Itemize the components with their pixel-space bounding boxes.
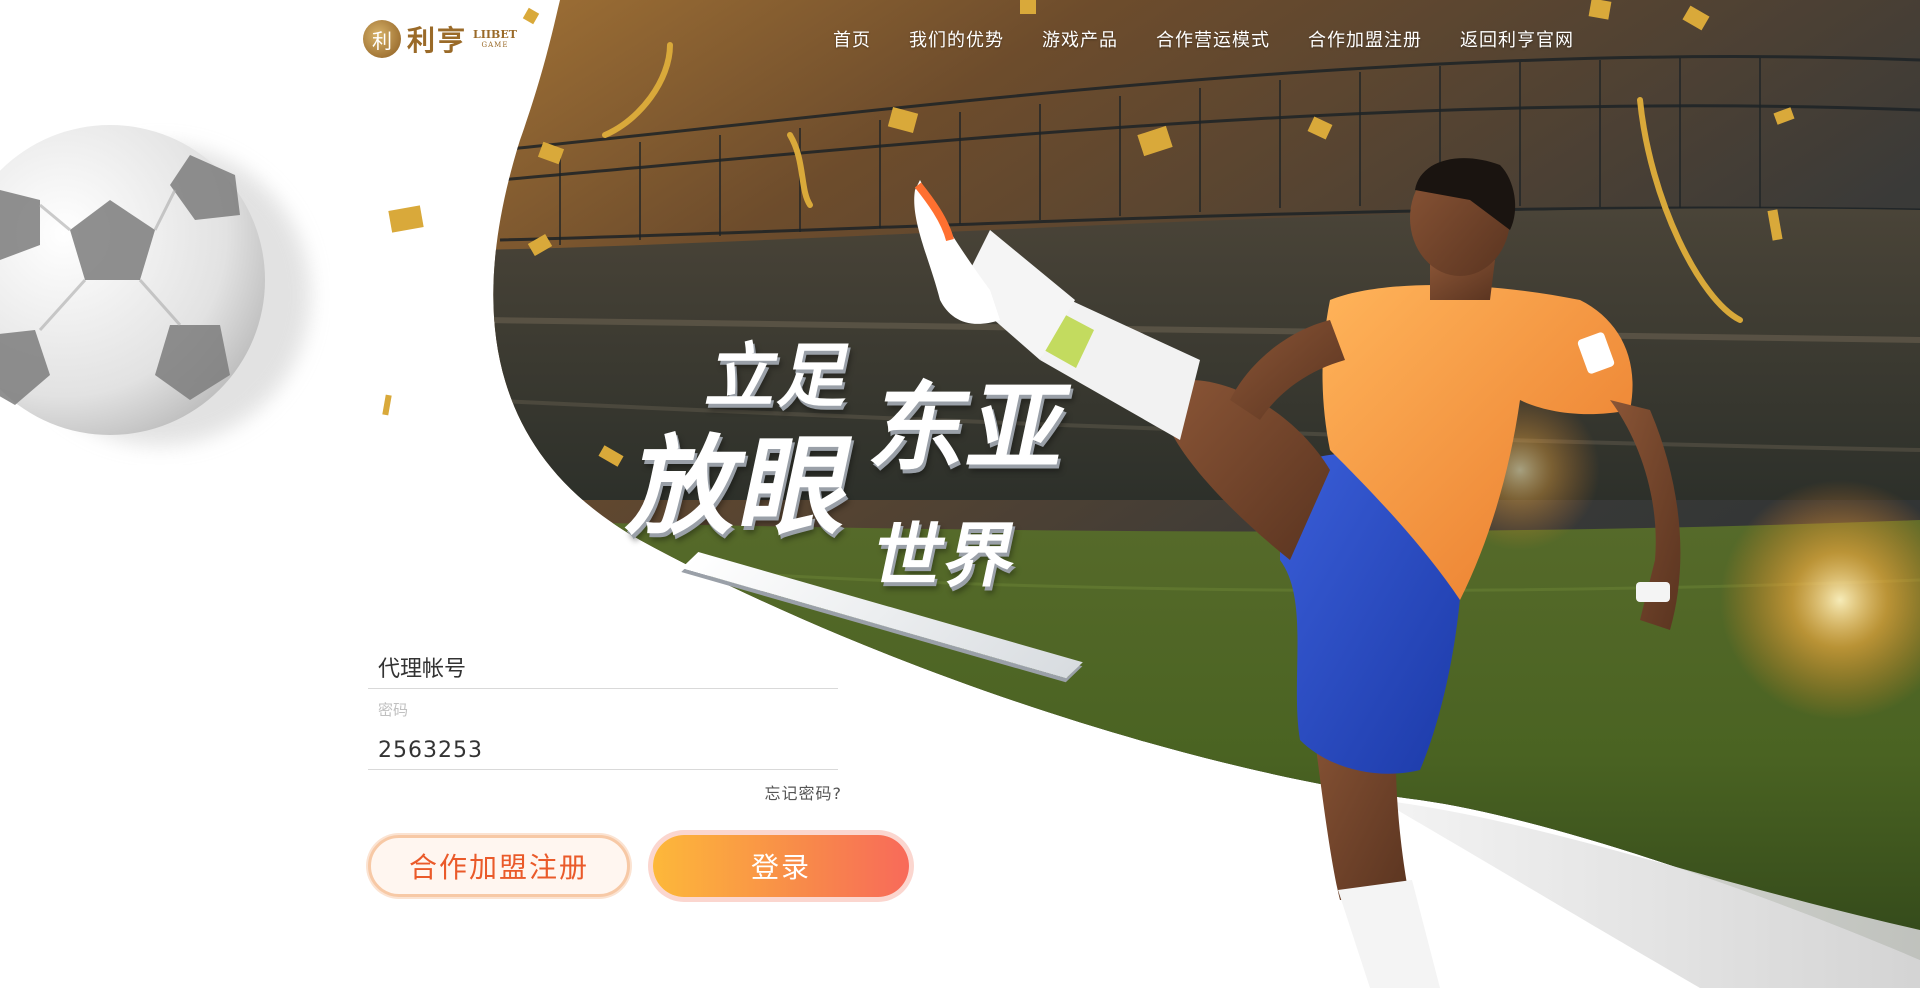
forgot-password-link[interactable]: 忘记密码? bbox=[765, 780, 843, 804]
brand-mark-icon: 利 bbox=[363, 20, 401, 58]
brand-name-en: LIIBET GAME bbox=[473, 29, 517, 49]
slogan-line-3: 放眼 bbox=[619, 425, 867, 550]
brand-name-cn: 利亨 bbox=[407, 24, 468, 57]
register-button[interactable]: 合作加盟注册 bbox=[368, 835, 630, 897]
password-input[interactable] bbox=[378, 738, 818, 763]
nav-home[interactable]: 首页 bbox=[833, 26, 871, 52]
slogan-line-4: 世界 bbox=[865, 515, 1027, 597]
login-form: 密码 忘记密码? 合作加盟注册 登录 bbox=[368, 645, 909, 897]
account-field bbox=[368, 645, 838, 689]
account-input[interactable] bbox=[378, 657, 818, 682]
password-field: 密码 bbox=[368, 689, 838, 770]
hero-slogan: 立足 东亚 放眼 世界 bbox=[620, 310, 1150, 679]
brand-logo[interactable]: 利 利亨 LIIBET GAME bbox=[363, 14, 517, 64]
brand-name-latin: LIIBET bbox=[473, 28, 517, 41]
slogan-line-2: 东亚 bbox=[861, 372, 1082, 484]
nav-advantages[interactable]: 我们的优势 bbox=[909, 26, 1004, 52]
nav-back-official[interactable]: 返回利亨官网 bbox=[1460, 26, 1574, 52]
password-label: 密码 bbox=[378, 701, 409, 719]
login-button[interactable]: 登录 bbox=[653, 835, 909, 897]
brand-tagline: GAME bbox=[481, 41, 509, 49]
nav-operation-model[interactable]: 合作营运模式 bbox=[1156, 26, 1270, 52]
main-nav: 首页 我们的优势 游戏产品 合作营运模式 合作加盟注册 返回利亨官网 bbox=[833, 26, 1612, 52]
nav-partner-register[interactable]: 合作加盟注册 bbox=[1308, 26, 1422, 52]
soccer-ball-image bbox=[0, 125, 310, 445]
nav-game-products[interactable]: 游戏产品 bbox=[1042, 26, 1118, 52]
